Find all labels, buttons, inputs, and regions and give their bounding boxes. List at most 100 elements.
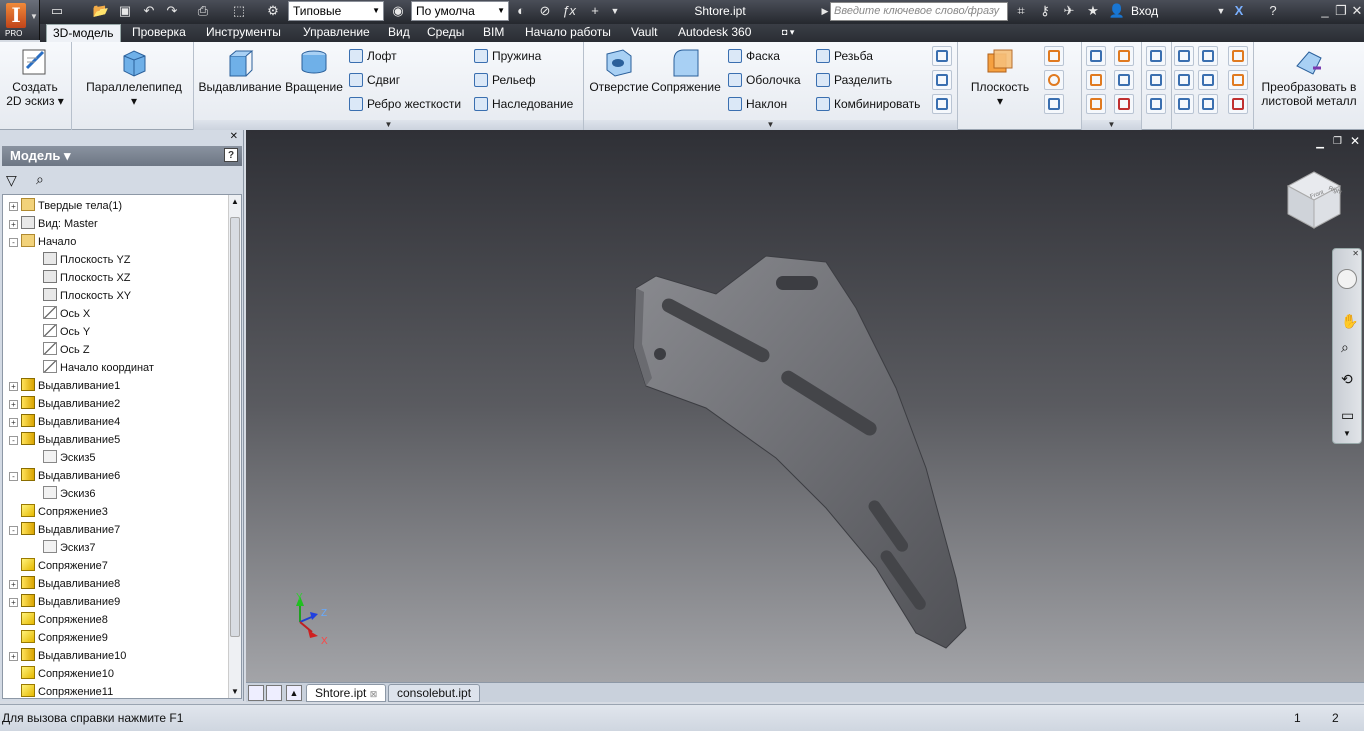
hole-button[interactable]: Отверстие [588,46,650,94]
move-bodies-icon[interactable] [932,94,952,114]
tab-menu-icon[interactable]: ▲ [286,685,302,701]
user-icon[interactable]: 👤 [1108,2,1126,20]
tree-node[interactable]: Сопряжение9 [9,629,108,647]
open-file-icon[interactable]: 📂 [92,2,110,20]
graphics-window[interactable]: ▁ ❐ ✕ Front Right ✕ ✋ ⌕ ⟲ ▭ ▼ Y Z X [246,130,1364,682]
pan-icon[interactable]: ✋ [1341,313,1358,330]
undo-icon[interactable]: ↶ [140,2,158,20]
emboss-button[interactable]: Рельеф [474,70,536,90]
copy-object-icon[interactable] [932,70,952,90]
tab-bim[interactable]: BIM [477,24,510,42]
tree-node[interactable]: Сопряжение8 [9,611,108,629]
app-menu-button[interactable]: I PRO ▼ [0,0,40,40]
tab-environments[interactable]: Среды [421,24,470,42]
tree-node[interactable]: Эскиз7 [43,539,96,557]
expand-icon[interactable]: + [9,418,18,427]
delete-face-icon[interactable] [1114,94,1134,114]
grid-icon[interactable] [1174,46,1194,66]
stitch-icon[interactable] [1228,70,1248,90]
trim-icon[interactable] [1114,70,1134,90]
viewport-restore-icon[interactable]: ❐ [1333,136,1342,147]
save-icon[interactable]: ▣ [116,2,134,20]
tree-node[interactable]: Ось Y [43,323,90,341]
function-icon[interactable]: ƒx [560,2,578,20]
color-wheel-icon[interactable]: ⚙ [264,2,282,20]
close-icon[interactable]: ⊠ [370,689,378,699]
surface-icon[interactable] [1114,46,1134,66]
expand-icon[interactable]: + [9,382,18,391]
exchange-apps-icon[interactable]: X [1230,2,1248,20]
tab-inspect[interactable]: Проверка [126,24,192,42]
circular-pattern-icon[interactable] [1086,70,1106,90]
tree-scrollbar[interactable]: ▲ ▼ [228,195,241,698]
tree-node[interactable]: Эскиз6 [43,485,96,503]
coil-button[interactable]: Пружина [474,46,541,66]
expand-icon[interactable]: + [9,202,18,211]
tile-windows-icon[interactable] [266,685,282,701]
ucs-icon[interactable] [1044,94,1064,114]
tree-node[interactable]: - Начало [9,233,76,251]
tree-node[interactable]: Плоскость YZ [43,251,131,269]
sign-in-link[interactable]: Вход [1131,4,1158,18]
sweep-button[interactable]: Сдвиг [349,70,400,90]
rib-button[interactable]: Ребро жесткости [349,94,461,114]
mirror-icon[interactable] [1086,94,1106,114]
search-input[interactable]: Введите ключевое слово/фразу [830,2,1008,21]
material-combo[interactable]: По умолча ▼ [411,1,509,21]
tree-node[interactable]: Плоскость XZ [43,269,131,287]
help-icon[interactable]: ? [1264,2,1282,20]
expand-icon[interactable]: + [9,220,18,229]
expand-icon[interactable]: + [9,580,18,589]
find-icon[interactable]: ⌕ [36,171,44,188]
convert-sheet-metal-button[interactable]: Преобразовать в листовой металл [1256,46,1362,108]
crosshair-icon[interactable]: + [586,2,604,20]
tab-vault[interactable]: Vault [625,24,663,42]
close-icon[interactable]: ✕ [1352,249,1359,258]
tree-node[interactable]: Сопряжение3 [9,503,108,521]
viewport-minimize-icon[interactable]: ▁ [1316,138,1324,149]
collapse-icon[interactable]: - [9,238,18,247]
create-sketch-button[interactable]: Создать 2D эскиз ▾ [4,46,66,108]
scroll-thumb[interactable] [230,217,240,637]
star-icon[interactable]: ★ [1084,2,1102,20]
viewcube-icon[interactable] [1284,170,1344,230]
repair-icon[interactable] [1198,70,1218,90]
part-model[interactable] [626,248,986,658]
tree-node[interactable]: + Выдавливание9 [9,593,120,611]
tree-node[interactable]: Сопряжение11 [9,683,113,698]
tree-node[interactable]: + Выдавливание4 [9,413,120,431]
fillet-button[interactable]: Сопряжение [650,46,722,94]
satellite-icon[interactable]: ✈ [1060,2,1078,20]
tab-manage[interactable]: Управление [297,24,376,42]
scroll-down-icon[interactable]: ▼ [231,687,239,696]
tab-tools[interactable]: Инструменты [200,24,287,42]
tree-node[interactable]: + Твердые тела(1) [9,197,122,215]
close-icon[interactable]: ✕ [1348,2,1364,20]
doc-tab-shtore[interactable]: Shtore.ipt ⊠ [306,684,387,702]
tab-get-started[interactable]: Начало работы [519,24,617,42]
shell-button[interactable]: Оболочка [728,70,801,90]
steering-wheel-icon[interactable] [1337,269,1357,289]
group-modify-expand[interactable]: ▼ [584,120,957,130]
tree-icon[interactable] [1174,70,1194,90]
tree-node[interactable]: + Выдавливание8 [9,575,120,593]
scroll-up-icon[interactable]: ▲ [231,197,239,206]
tree-node[interactable]: + Выдавливание1 [9,377,120,395]
tree-node[interactable]: Ось X [43,305,90,323]
tree-node[interactable]: - Выдавливание7 [9,521,120,539]
chevron-down-icon[interactable]: ▼ [1212,2,1230,20]
chamfer-button[interactable]: Фаска [728,46,780,66]
extrude-button[interactable]: Выдавливание [198,46,282,94]
patch-icon[interactable] [1198,94,1218,114]
chevron-down-icon[interactable]: ▼ [1343,429,1351,438]
tab-3d-model[interactable]: 3D-модель [46,24,121,42]
new-file-icon[interactable]: ▭ [48,2,66,20]
browser-header[interactable]: Модель ▾ ? [2,146,242,166]
group-pattern-expand[interactable]: ▼ [1082,120,1141,130]
tree-node[interactable]: Плоскость XY [43,287,131,305]
loft-button[interactable]: Лофт [349,46,397,66]
print-icon[interactable]: ⎙ [194,2,212,20]
collapse-icon[interactable]: - [9,472,18,481]
tree-node[interactable]: Начало координат [43,359,154,377]
tree-node[interactable]: Эскиз5 [43,449,96,467]
